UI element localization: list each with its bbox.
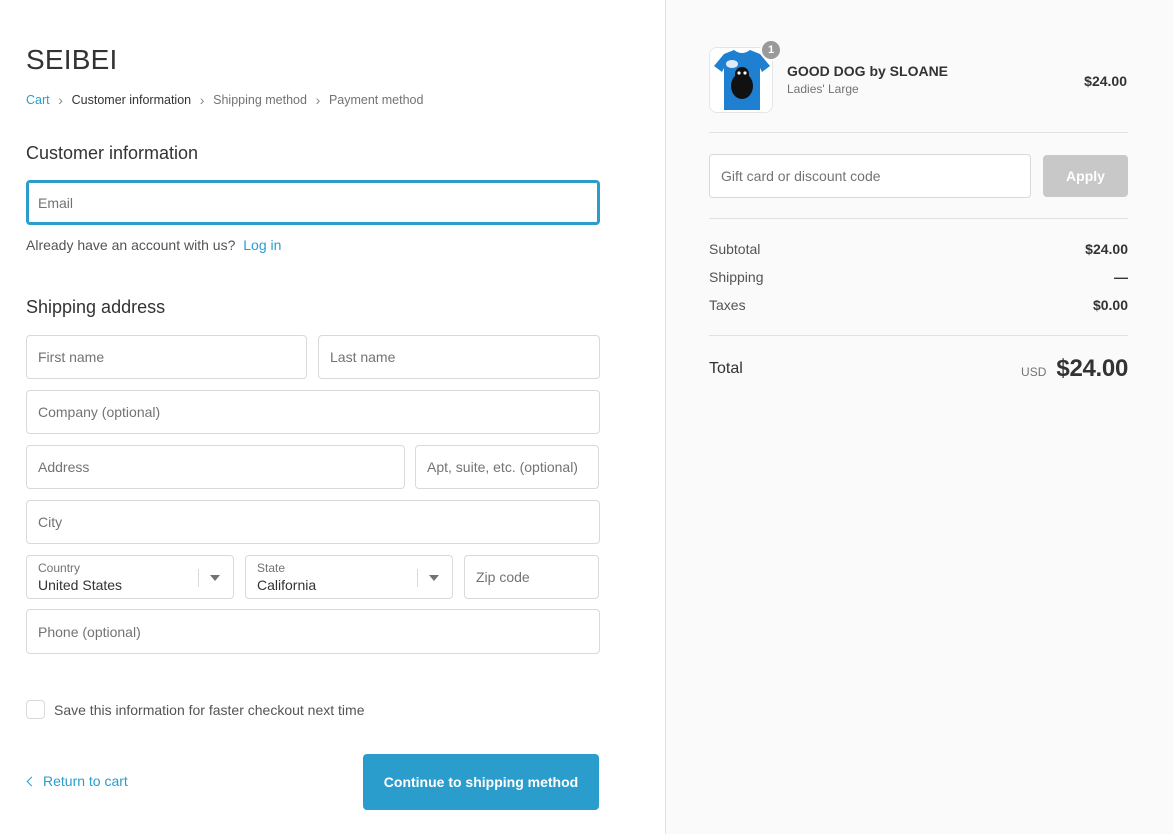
last-name-input[interactable] [319,336,599,378]
customer-information-heading: Customer information [26,143,199,163]
breadcrumb-shipping-method: Shipping method [213,93,307,107]
chevron-down-icon [429,575,439,581]
phone-input[interactable] [27,610,599,653]
quantity-badge: 1 [760,39,782,61]
breadcrumb-payment-method: Payment method [328,93,424,107]
shop-title: SEIBEI [26,44,118,75]
apt-suite-input[interactable] [416,446,598,488]
chevron-left-icon [26,776,37,786]
country-select[interactable]: Country United States [26,555,234,599]
breadcrumb-cart[interactable]: Cart [26,93,50,107]
login-link[interactable]: Log in [243,237,281,253]
divider [709,218,1128,219]
shipping-label: Shipping [709,269,764,285]
checkout-main: SEIBEI Cart › Customer information › Shi… [0,0,665,834]
account-prompt: Already have an account with us? Log in [26,237,281,253]
shipping-value: — [1114,269,1128,285]
taxes-value: $0.00 [1092,297,1128,313]
total-row: Total USD $24.00 [709,355,1128,383]
continue-to-shipping-button[interactable]: Continue to shipping method [363,754,599,810]
shipping-row: Shipping — [709,269,1128,285]
order-summary-sidebar: 1 GOOD DOG by SLOANE Ladies' Large $24.0… [665,0,1173,834]
discount-code-input[interactable] [710,155,1030,197]
city-field[interactable] [26,500,600,544]
email-input[interactable] [28,182,598,223]
divider [709,132,1128,133]
taxes-row: Taxes $0.00 [709,297,1128,313]
total-value: $24.00 [1056,355,1128,382]
chevron-right-icon: › [315,92,321,108]
state-select-value: California [257,577,317,593]
product-price: $24.00 [1084,73,1127,89]
zip-code-field[interactable] [464,555,599,599]
zip-code-input[interactable] [465,556,598,598]
address-field[interactable] [26,445,405,489]
taxes-label: Taxes [709,297,746,313]
total-amount: USD $24.00 [1021,355,1128,383]
breadcrumb: Cart › Customer information › Shipping m… [26,92,423,108]
save-info-label: Save this information for faster checkou… [54,701,365,718]
apt-suite-field[interactable] [415,445,599,489]
total-currency: USD [1021,365,1047,379]
shipping-address-heading: Shipping address [26,297,166,317]
breadcrumb-customer-information: Customer information [71,93,192,107]
return-to-cart-link[interactable]: Return to cart [26,773,128,789]
product-name: GOOD DOG by SLOANE [787,63,949,79]
country-select-value: United States [38,577,123,593]
company-field[interactable] [26,390,600,434]
discount-code-field[interactable] [709,154,1031,198]
divider [709,335,1128,336]
chevron-right-icon: › [58,92,63,108]
city-input[interactable] [27,501,599,543]
company-input[interactable] [27,391,599,433]
last-name-field[interactable] [318,335,600,379]
account-prompt-text: Already have an account with us? [26,237,236,253]
product-variant: Ladies' Large [787,82,859,96]
first-name-input[interactable] [27,336,306,378]
select-divider [198,569,199,587]
phone-field[interactable] [26,609,600,654]
subtotal-value: $24.00 [1085,241,1128,257]
total-label: Total [709,360,743,377]
apply-discount-button[interactable]: Apply [1043,155,1128,197]
address-input[interactable] [27,446,404,488]
chevron-down-icon [210,575,220,581]
state-select-label: State [257,561,286,575]
chevron-right-icon: › [199,92,205,108]
save-info-checkbox[interactable] [26,700,45,719]
subtotal-label: Subtotal [709,241,761,257]
select-divider [417,569,418,587]
state-select[interactable]: State California [245,555,453,599]
email-field[interactable] [26,180,600,225]
return-to-cart-label: Return to cart [43,773,128,789]
save-info-row[interactable]: Save this information for faster checkou… [26,700,364,719]
country-select-label: Country [38,561,81,575]
subtotal-row: Subtotal $24.00 [709,241,1128,257]
first-name-field[interactable] [26,335,307,379]
